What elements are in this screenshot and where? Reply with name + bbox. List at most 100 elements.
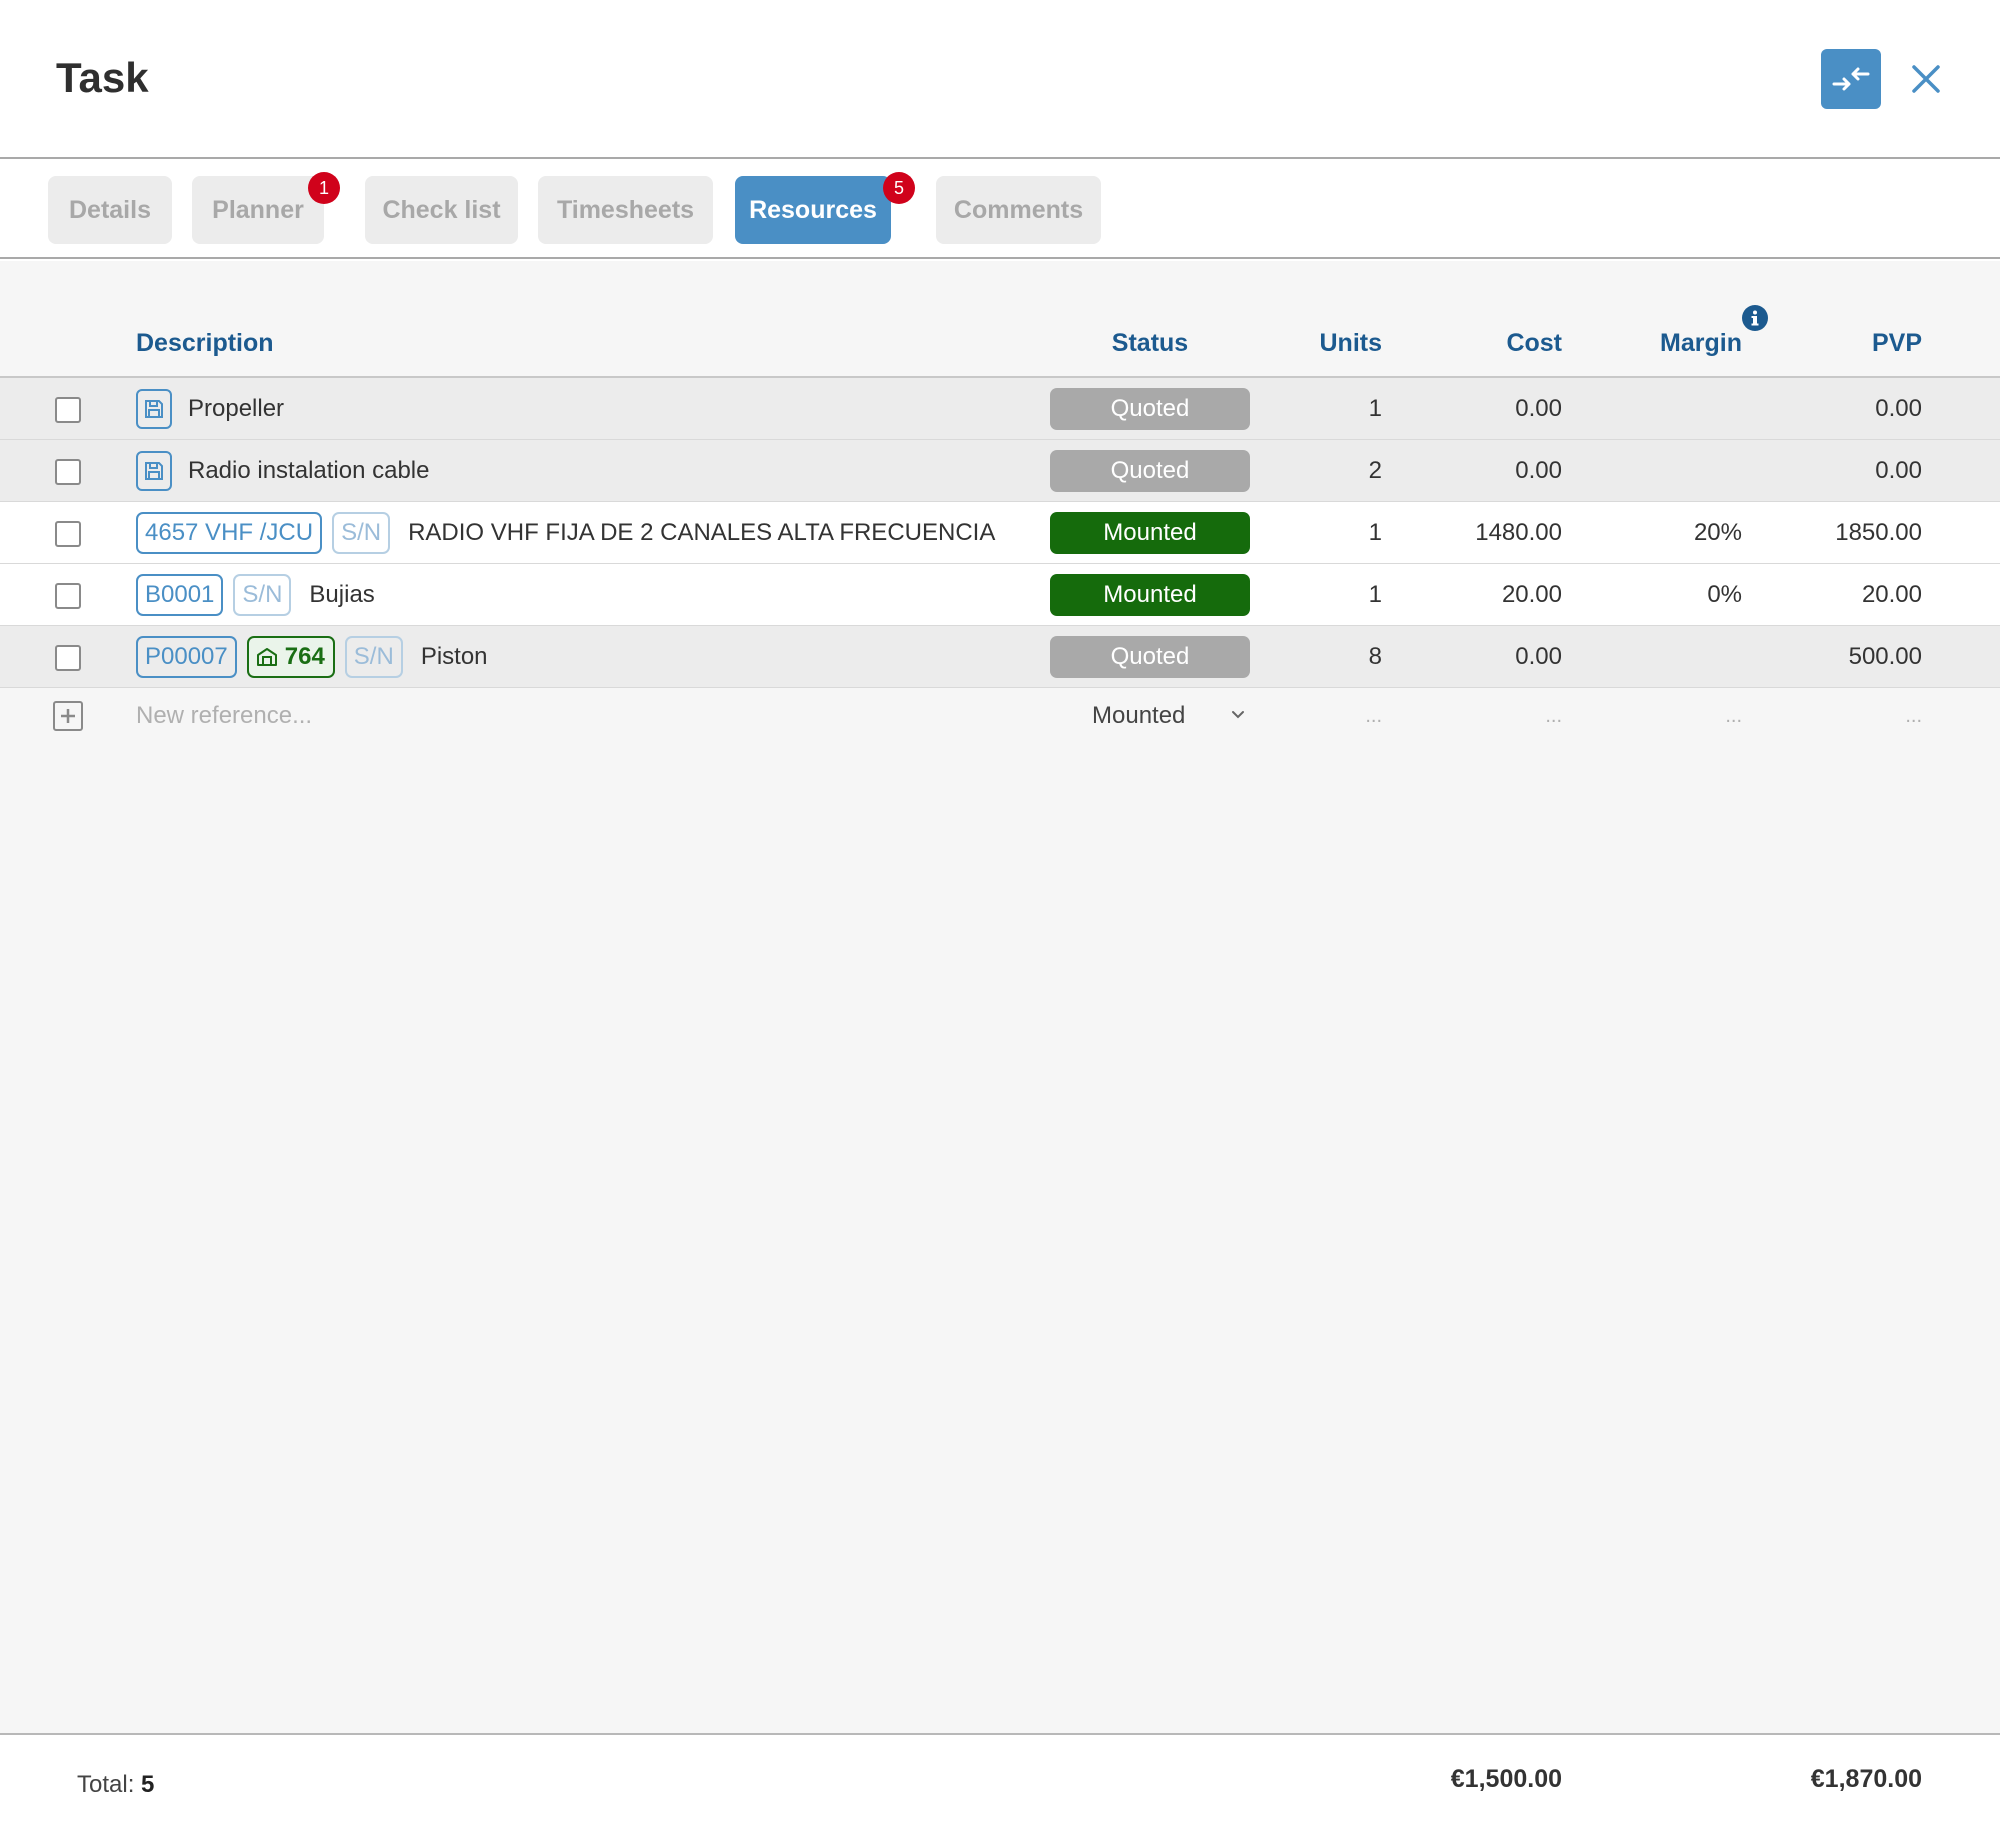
table-row[interactable]: 4657 VHF /JCU S/N RADIO VHF FIJA DE 2 CA… (0, 502, 2000, 564)
margin-cell: 20% (1693, 519, 1742, 546)
pvp-cell: 0.00 (1875, 457, 1922, 484)
tab-label: Check list (382, 195, 501, 224)
row-checkbox[interactable] (55, 583, 81, 609)
status-badge[interactable]: Mounted (1050, 512, 1250, 554)
units-cell: 8 (1368, 643, 1382, 670)
save-icon[interactable] (136, 451, 172, 491)
save-icon[interactable] (136, 389, 172, 429)
tab-resources[interactable]: Resources 5 (735, 172, 915, 244)
column-header-units[interactable]: Units (1282, 329, 1383, 358)
new-margin-field[interactable]: ... (1592, 687, 1742, 745)
row-checkbox[interactable] (55, 397, 81, 423)
reference-tag[interactable]: P00007 (136, 636, 237, 678)
tab-details[interactable]: Details (48, 176, 172, 244)
column-header-status[interactable]: Status (1050, 329, 1250, 358)
status-badge[interactable]: Quoted (1050, 636, 1250, 678)
pvp-cell: 0.00 (1875, 395, 1922, 422)
tab-label: Planner (212, 195, 304, 224)
margin-cell (1592, 378, 1742, 440)
plus-icon (61, 709, 75, 723)
new-pvp-field[interactable]: ... (1772, 687, 1922, 745)
pvp-cell: 500.00 (1848, 643, 1922, 670)
margin-cell (1592, 440, 1742, 502)
row-description: P00007 764 S/N Piston (136, 626, 488, 688)
status-badge[interactable]: Mounted (1050, 574, 1250, 616)
cost-total: €1,500.00 (1450, 1765, 1562, 1793)
warehouse-icon (256, 648, 277, 666)
close-icon (1912, 65, 1940, 93)
tab-comments[interactable]: Comments (936, 176, 1101, 244)
new-cost-field[interactable]: ... (1412, 687, 1562, 745)
table-row[interactable]: Propeller Quoted 1 0.00 0.00 (0, 378, 2000, 440)
row-checkbox[interactable] (55, 521, 81, 547)
notification-badge: 5 (883, 172, 915, 204)
column-header-cost[interactable]: Cost (1412, 329, 1562, 358)
cost-cell: 0.00 (1515, 395, 1562, 422)
serial-number-tag[interactable]: S/N (332, 512, 391, 554)
row-description: B0001 S/N Bujias (136, 564, 375, 626)
new-reference-row: New reference... Mounted ... ... ... ... (0, 687, 2000, 745)
collapse-arrows-icon (1832, 67, 1870, 91)
new-units-field[interactable]: ... (1282, 687, 1382, 745)
table-row[interactable]: P00007 764 S/N Piston Quoted 8 0.00 500.… (0, 626, 2000, 688)
margin-cell: 0% (1707, 581, 1742, 608)
reference-tag[interactable]: 4657 VHF /JCU (136, 512, 323, 554)
column-header-margin[interactable]: Margin (1592, 329, 1742, 358)
dialog-title: Task (56, 54, 149, 101)
description-text: Radio instalation cable (188, 457, 430, 484)
column-header-pvp[interactable]: PVP (1772, 329, 1922, 358)
row-description: Propeller (136, 378, 284, 440)
warehouse-quantity: 764 (284, 643, 325, 670)
serial-number-tag[interactable]: S/N (233, 574, 292, 616)
status-select-value: Mounted (1092, 702, 1186, 729)
close-button[interactable] (1906, 55, 1946, 103)
pvp-cell: 1850.00 (1835, 519, 1922, 546)
cost-cell: 0.00 (1515, 457, 1562, 484)
table-row[interactable]: B0001 S/N Bujias Mounted 1 20.00 0% 20.0… (0, 564, 2000, 626)
totals-footer: Total: 5 €1,500.00 €1,870.00 (0, 1733, 2000, 1844)
resources-panel: Description Status Units Cost Margin PVP… (0, 261, 2000, 1733)
cost-cell: 0.00 (1515, 643, 1562, 670)
tab-timesheets[interactable]: Timesheets (538, 176, 713, 244)
status-badge[interactable]: Quoted (1050, 450, 1250, 492)
cost-cell: 1480.00 (1475, 519, 1562, 546)
description-text: Propeller (188, 395, 285, 422)
info-icon[interactable] (1742, 305, 1768, 331)
tab-label: Timesheets (556, 195, 695, 224)
tab-planner[interactable]: Planner 1 (192, 172, 340, 244)
status-badge[interactable]: Quoted (1050, 388, 1250, 430)
tab-label: Comments (953, 195, 1084, 224)
description-text: RADIO VHF FIJA DE 2 CANALES ALTA FRECUEN… (408, 519, 996, 546)
reference-tag[interactable]: B0001 (136, 574, 224, 616)
total-count: Total: 5 (77, 1771, 154, 1799)
units-cell: 2 (1368, 457, 1382, 484)
tab-label: Details (69, 195, 151, 224)
column-header-description[interactable]: Description (136, 329, 274, 358)
add-reference-button[interactable] (53, 701, 83, 731)
description-text: Piston (420, 643, 488, 670)
units-cell: 1 (1368, 395, 1382, 422)
dialog-header: Task (0, 0, 2000, 159)
chevron-down-icon[interactable] (1228, 704, 1248, 724)
row-checkbox[interactable] (55, 459, 81, 485)
row-description: 4657 VHF /JCU S/N RADIO VHF FIJA DE 2 CA… (136, 502, 995, 564)
row-checkbox[interactable] (55, 645, 81, 671)
pvp-total: €1,870.00 (1810, 1765, 1922, 1793)
total-count-value: 5 (141, 1771, 155, 1798)
total-label-text: Total: (77, 1771, 135, 1798)
table-row[interactable]: Radio instalation cable Quoted 2 0.00 0.… (0, 440, 2000, 502)
tab-label: Resources (749, 195, 877, 224)
new-reference-input[interactable]: New reference... (136, 687, 312, 745)
tab-bar: Details Planner 1 Check list Timesheets … (0, 161, 2000, 259)
serial-number-tag[interactable]: S/N (344, 636, 403, 678)
warehouse-tag[interactable]: 764 (246, 636, 335, 678)
description-text: Bujias (309, 581, 375, 608)
pvp-cell: 20.00 (1861, 581, 1922, 608)
cost-cell: 20.00 (1501, 581, 1562, 608)
units-cell: 1 (1368, 581, 1382, 608)
row-description: Radio instalation cable (136, 440, 430, 502)
tab-check-list[interactable]: Check list (365, 176, 518, 244)
units-cell: 1 (1368, 519, 1382, 546)
margin-cell (1592, 626, 1742, 688)
collapse-button[interactable] (1821, 49, 1881, 109)
